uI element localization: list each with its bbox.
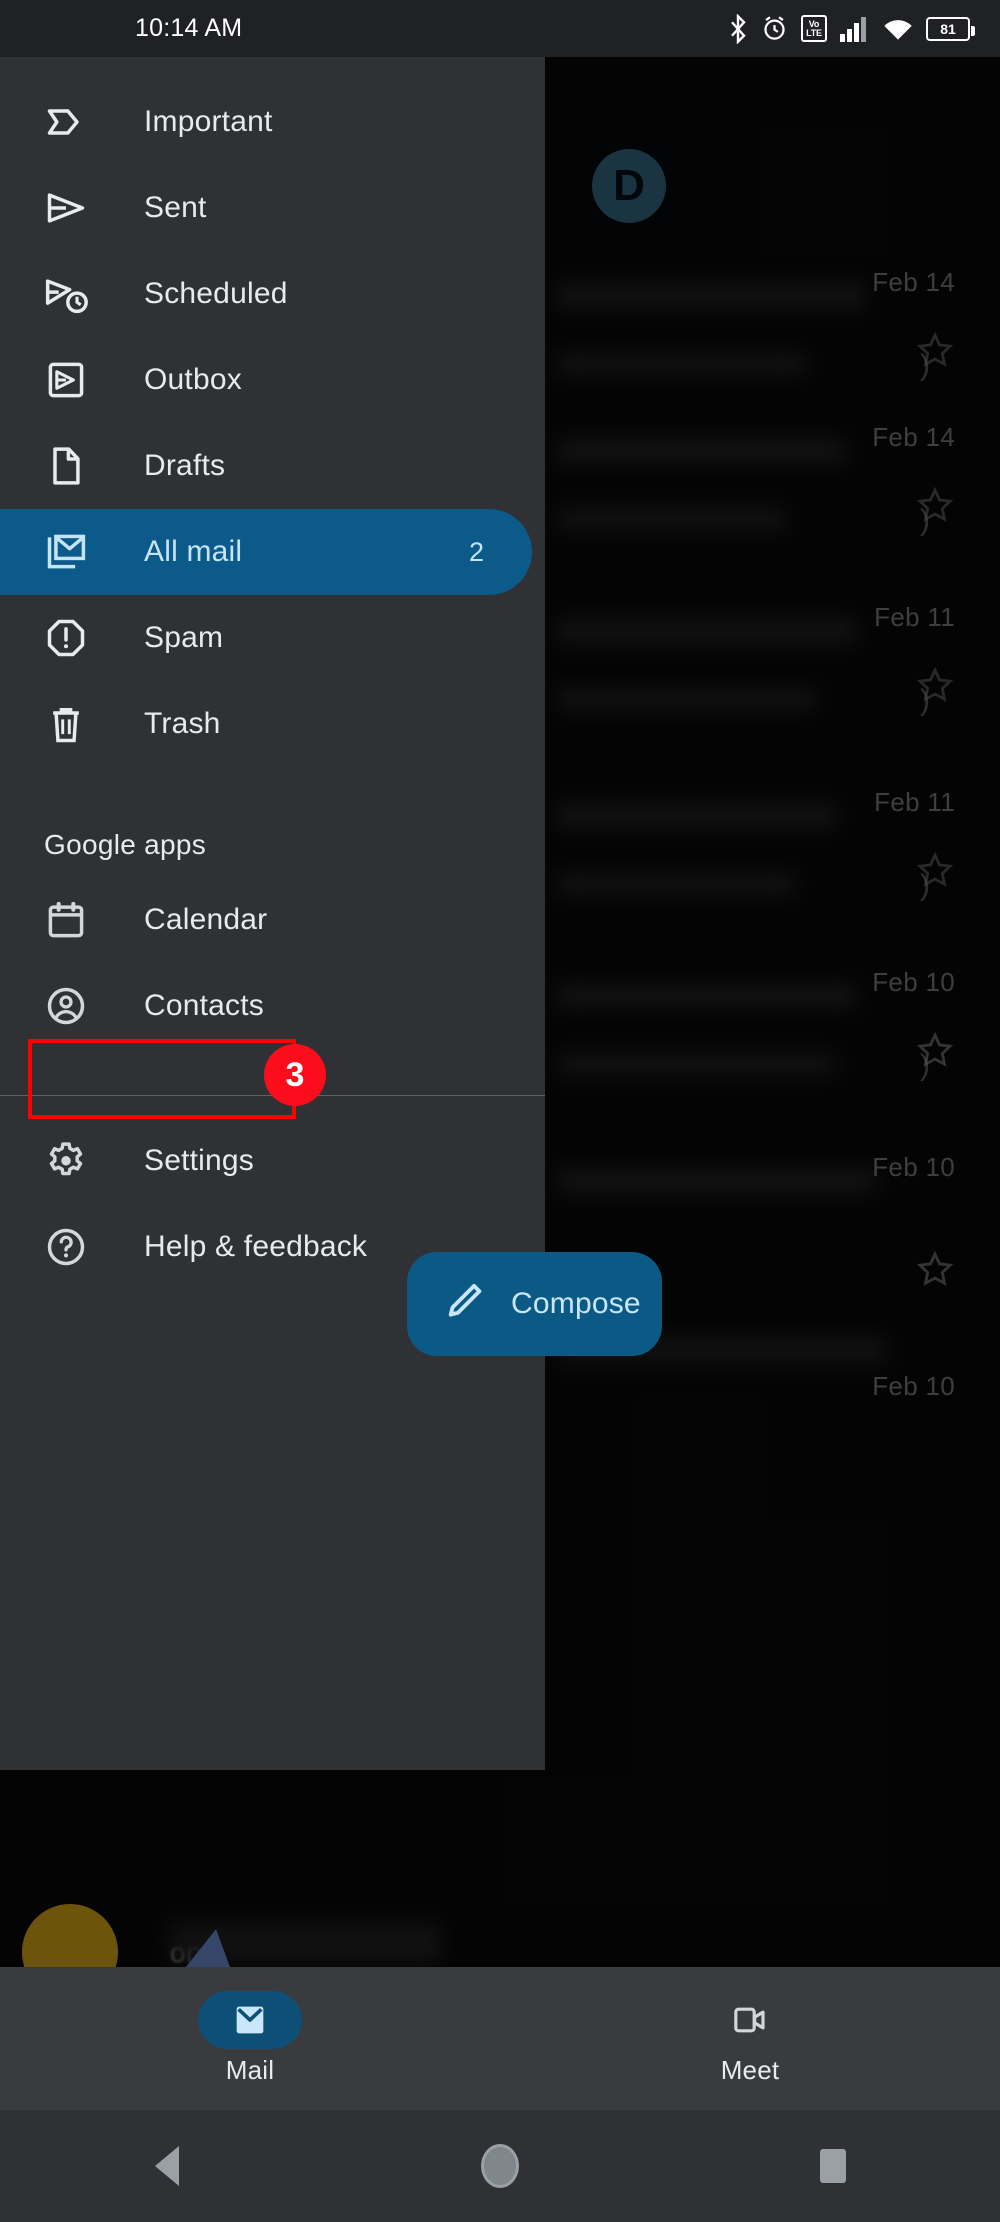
send-icon (44, 186, 88, 230)
back-button[interactable] (0, 2146, 333, 2186)
battery-icon: 81 (926, 16, 975, 41)
alarm-icon (761, 15, 788, 42)
sidebar-item-settings[interactable]: Settings (0, 1118, 545, 1204)
compose-label: Compose (511, 1287, 641, 1320)
sidebar-item-outbox[interactable]: Outbox (0, 337, 545, 423)
circle-home-icon (480, 2144, 519, 2188)
video-camera-icon (698, 1991, 802, 2049)
status-bar: 10:14 AM Vo LTE 81 (0, 0, 1000, 57)
home-button[interactable] (333, 2144, 666, 2188)
sidebar-item-drafts[interactable]: Drafts (0, 423, 545, 509)
bottom-nav-label: Mail (225, 2055, 275, 2085)
outbox-icon (44, 358, 88, 402)
bottom-nav-item-mail[interactable]: Mail (0, 1967, 500, 2110)
sidebar-item-scheduled[interactable]: Scheduled (0, 251, 545, 337)
triangle-back-icon (154, 2146, 179, 2186)
sidebar-item-sent[interactable]: Sent (0, 165, 545, 251)
sidebar-item-trash[interactable]: Trash (0, 681, 545, 767)
bottom-navigation-bar: Mail Meet (0, 1967, 1000, 2110)
sidebar-item-label: Sent (144, 191, 207, 224)
all-mail-icon (44, 530, 88, 574)
spam-report-icon (44, 616, 88, 660)
wifi-icon (883, 16, 913, 42)
sidebar-item-label: Trash (144, 707, 221, 740)
calendar-icon (44, 898, 88, 942)
gear-icon (44, 1139, 88, 1183)
sidebar-item-label: Outbox (144, 363, 242, 396)
section-header-google-apps: Google apps (44, 829, 207, 860)
contacts-account-icon (44, 984, 88, 1028)
android-system-navigation-bar (0, 2110, 1000, 2222)
bottom-nav-label: Meet (720, 2055, 780, 2085)
pencil-edit-icon (443, 1279, 489, 1330)
envelope-icon (198, 1991, 302, 2049)
important-label-icon (44, 100, 88, 144)
sidebar-item-label: Spam (144, 621, 224, 654)
sidebar-item-label: Important (144, 105, 273, 138)
cellular-signal-icon (840, 16, 870, 42)
sidebar-item-label: All mail (144, 535, 243, 568)
sidebar-item-label: Settings (144, 1144, 254, 1177)
draft-document-icon (44, 444, 88, 488)
square-recents-icon (820, 2149, 847, 2183)
unread-count: 2 (468, 536, 484, 567)
trash-icon (44, 702, 88, 746)
sidebar-item-label: Scheduled (144, 277, 288, 310)
sidebar-item-spam[interactable]: Spam (0, 595, 545, 681)
recents-button[interactable] (667, 2149, 1000, 2183)
sidebar-item-contacts[interactable]: Contacts (0, 963, 545, 1049)
help-question-icon (44, 1225, 88, 1269)
sidebar-item-all-mail[interactable]: All mail 2 (0, 509, 532, 595)
scheduled-send-icon (44, 272, 88, 316)
bottom-nav-item-meet[interactable]: Meet (500, 1967, 1000, 2110)
sidebar-item-important[interactable]: Important (0, 79, 545, 165)
sidebar-item-label: Drafts (144, 449, 226, 482)
status-bar-clock: 10:14 AM (135, 14, 243, 42)
sidebar-item-label: Contacts (144, 989, 264, 1022)
settings-badge-count: 3 (264, 1044, 326, 1106)
battery-level: 81 (940, 20, 956, 37)
bluetooth-icon (728, 13, 748, 44)
sidebar-item-label: Calendar (144, 903, 268, 936)
sidebar-item-label: Help & feedback (144, 1230, 368, 1263)
compose-button[interactable]: Compose (407, 1252, 662, 1356)
sidebar-item-calendar[interactable]: Calendar (0, 877, 545, 963)
phone-screen: D Feb 14 ) Feb 14 ) Feb 11 ) (0, 0, 1000, 2222)
volte-icon: Vo LTE (801, 15, 827, 42)
navigation-drawer[interactable]: Important Sent Scheduled Outbox Drafts A… (0, 57, 545, 1770)
